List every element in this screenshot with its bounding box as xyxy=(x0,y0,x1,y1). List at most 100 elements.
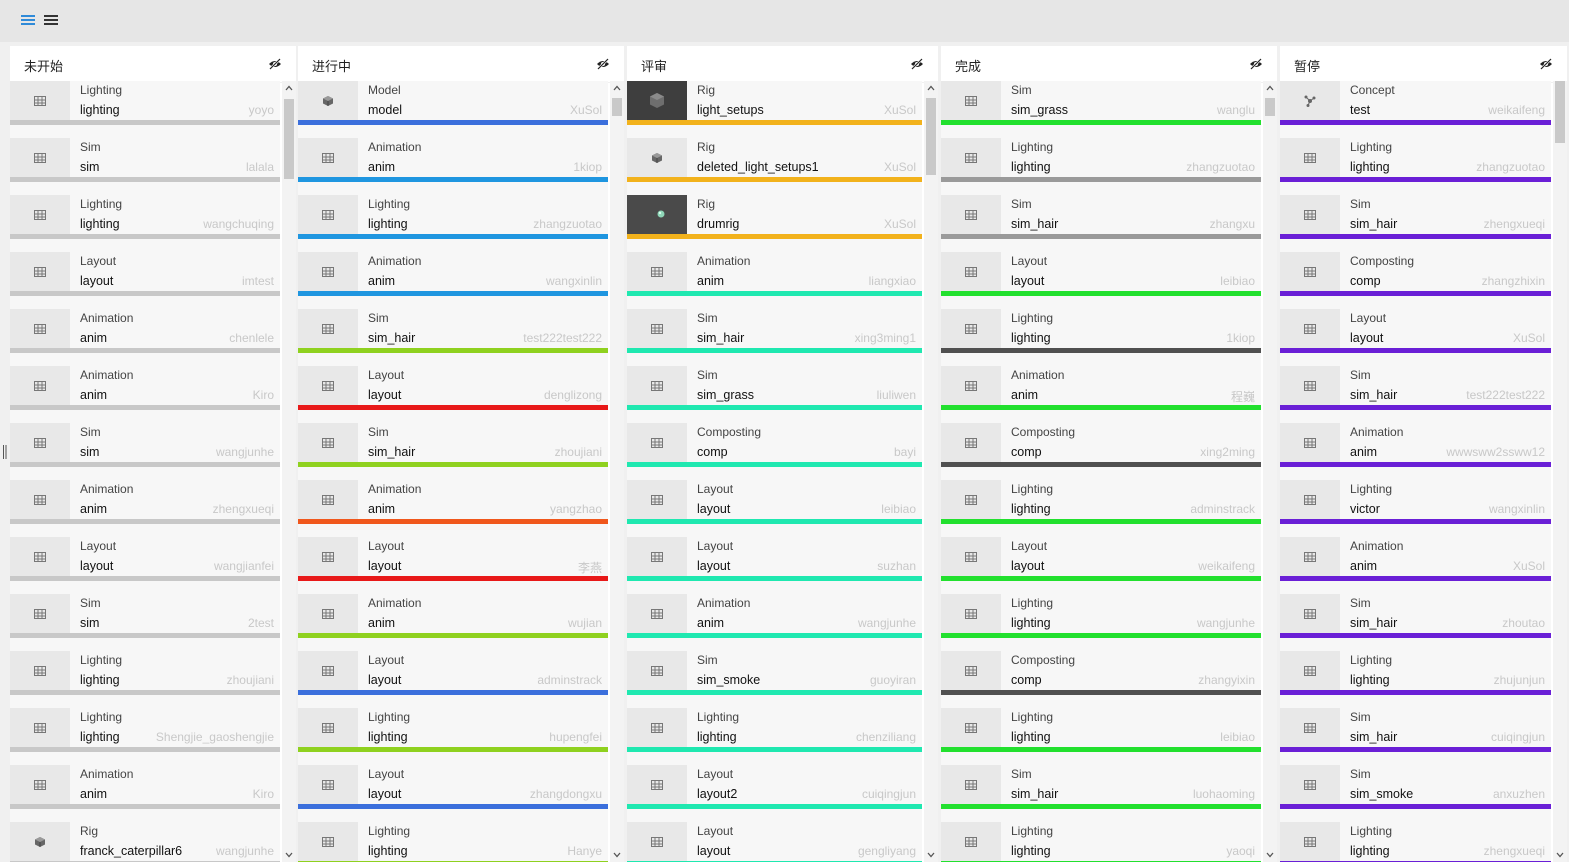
task-card[interactable]: Layout layout XuSol xyxy=(1280,309,1551,366)
task-card[interactable]: Layout layout suzhan xyxy=(627,537,922,594)
eye-slash-icon[interactable] xyxy=(1249,57,1263,71)
scrollbar-thumb[interactable] xyxy=(612,98,622,116)
task-card[interactable]: Sim sim 2test xyxy=(10,594,280,651)
task-card[interactable]: Lighting lighting zhujunjun xyxy=(1280,651,1551,708)
task-card[interactable]: Animation anim 1kiop xyxy=(298,138,608,195)
eye-slash-icon[interactable] xyxy=(268,57,282,71)
task-card[interactable]: Animation anim Kiro xyxy=(10,366,280,423)
task-card[interactable]: Composting comp zhangyixin xyxy=(941,651,1261,708)
task-card[interactable]: Lighting lighting hupengfei xyxy=(298,708,608,765)
task-info: Lighting lighting zhujunjun xyxy=(1350,651,1545,691)
task-card[interactable]: Sim sim_grass liuliwen xyxy=(627,366,922,423)
task-card[interactable]: Animation anim wujian xyxy=(298,594,608,651)
task-card[interactable]: Layout layout leibiao xyxy=(627,480,922,537)
eye-slash-icon[interactable] xyxy=(910,57,924,71)
task-card[interactable]: Sim sim_hair zhoujiani xyxy=(298,423,608,480)
task-card[interactable]: Layout layout imtest xyxy=(10,252,280,309)
task-card[interactable]: Animation anim 程巍 xyxy=(941,366,1261,423)
task-card[interactable]: Sim sim_smoke guoyiran xyxy=(627,651,922,708)
task-card[interactable]: Lighting lighting yaoqi xyxy=(941,822,1261,862)
scrollbar[interactable] xyxy=(924,81,938,862)
task-card[interactable]: Rig light_setups XuSol xyxy=(627,81,922,138)
task-card[interactable]: Layout layout gengliyang xyxy=(627,822,922,862)
task-card[interactable]: Lighting lighting zhangzuotao xyxy=(298,195,608,252)
scroll-down-icon[interactable] xyxy=(1553,848,1567,862)
scroll-down-icon[interactable] xyxy=(1263,848,1277,862)
task-card[interactable]: Composting comp bayi xyxy=(627,423,922,480)
eye-slash-icon[interactable] xyxy=(596,57,610,71)
task-card[interactable]: Animation anim wangjunhe xyxy=(627,594,922,651)
scrollbar[interactable] xyxy=(610,81,624,862)
task-card[interactable]: Lighting lighting leibiao xyxy=(941,708,1261,765)
task-card[interactable]: Sim sim_hair xing3ming1 xyxy=(627,309,922,366)
scrollbar[interactable] xyxy=(282,81,296,862)
menu-icon[interactable] xyxy=(44,13,58,27)
scrollbar[interactable] xyxy=(1553,81,1567,862)
task-card[interactable]: Animation anim Kiro xyxy=(10,765,280,822)
task-card[interactable]: Sim sim wangjunhe xyxy=(10,423,280,480)
task-card[interactable]: Animation anim XuSol xyxy=(1280,537,1551,594)
panel-resize-handle[interactable] xyxy=(3,445,7,459)
task-card[interactable]: Lighting lighting zhengxueqi xyxy=(1280,822,1551,862)
task-card[interactable]: Lighting lighting yoyo xyxy=(10,81,280,138)
task-card[interactable]: Layout layout zhangdongxu xyxy=(298,765,608,822)
task-card[interactable]: Lighting lighting zhangzuotao xyxy=(1280,138,1551,195)
task-card[interactable]: Lighting lighting Hanye xyxy=(298,822,608,862)
task-card[interactable]: Sim sim_hair zhengxueqi xyxy=(1280,195,1551,252)
task-card[interactable]: Model model XuSol xyxy=(298,81,608,138)
task-card[interactable]: Layout layout denglizong xyxy=(298,366,608,423)
task-card[interactable]: Layout layout wangjianfei xyxy=(10,537,280,594)
scroll-down-icon[interactable] xyxy=(610,848,624,862)
task-card[interactable]: Lighting lighting adminstrack xyxy=(941,480,1261,537)
scroll-down-icon[interactable] xyxy=(924,848,938,862)
status-bar xyxy=(10,291,280,296)
task-card[interactable]: Layout layout2 cuiqingjun xyxy=(627,765,922,822)
task-card[interactable]: Composting comp zhangzhixin xyxy=(1280,252,1551,309)
task-card[interactable]: Lighting lighting 1kiop xyxy=(941,309,1261,366)
task-card[interactable]: Sim sim_hair test222test222 xyxy=(1280,366,1551,423)
task-card[interactable]: Animation anim chenlele xyxy=(10,309,280,366)
task-card[interactable]: Animation anim zhengxueqi xyxy=(10,480,280,537)
task-card[interactable]: Layout layout weikaifeng xyxy=(941,537,1261,594)
task-card[interactable]: Lighting lighting wangjunhe xyxy=(941,594,1261,651)
scroll-up-icon[interactable] xyxy=(1263,81,1277,95)
task-card[interactable]: Rig franck_caterpillar6 wangjunhe xyxy=(10,822,280,862)
task-card[interactable]: Layout layout adminstrack xyxy=(298,651,608,708)
scroll-up-icon[interactable] xyxy=(610,81,624,95)
task-card[interactable]: Layout layout leibiao xyxy=(941,252,1261,309)
eye-slash-icon[interactable] xyxy=(1539,57,1553,71)
task-card[interactable]: Animation anim liangxiao xyxy=(627,252,922,309)
task-card[interactable]: Lighting lighting zhoujiani xyxy=(10,651,280,708)
scroll-up-icon[interactable] xyxy=(924,81,938,95)
task-card[interactable]: Lighting lighting chenziliang xyxy=(627,708,922,765)
task-card[interactable]: Concept test weikaifeng xyxy=(1280,81,1551,138)
scroll-down-icon[interactable] xyxy=(282,848,296,862)
task-card[interactable]: Rig deleted_light_setups1 XuSol xyxy=(627,138,922,195)
task-card[interactable]: Animation anim yangzhao xyxy=(298,480,608,537)
task-card[interactable]: Sim sim_smoke anxuzhen xyxy=(1280,765,1551,822)
task-card[interactable]: Layout layout 李燕 xyxy=(298,537,608,594)
task-card[interactable]: Sim sim lalala xyxy=(10,138,280,195)
assignee: zhangxu xyxy=(1209,217,1255,231)
task-card[interactable]: Lighting lighting wangchuqing xyxy=(10,195,280,252)
task-card[interactable]: Sim sim_hair zhoutao xyxy=(1280,594,1551,651)
list-view-icon[interactable] xyxy=(21,13,35,27)
task-card[interactable]: Sim sim_hair zhangxu xyxy=(941,195,1261,252)
scrollbar[interactable] xyxy=(1263,81,1277,862)
scrollbar-thumb[interactable] xyxy=(1265,98,1275,116)
scroll-up-icon[interactable] xyxy=(282,81,296,95)
scrollbar-thumb[interactable] xyxy=(1555,81,1565,143)
task-card[interactable]: Animation anim wangxinlin xyxy=(298,252,608,309)
task-card[interactable]: Lighting victor wangxinlin xyxy=(1280,480,1551,537)
task-card[interactable]: Sim sim_hair cuiqingjun xyxy=(1280,708,1551,765)
task-card[interactable]: Sim sim_hair luohaoming xyxy=(941,765,1261,822)
task-card[interactable]: Sim sim_hair test222test222 xyxy=(298,309,608,366)
task-card[interactable]: Lighting lighting Shengjie_gaoshengjie xyxy=(10,708,280,765)
scrollbar-thumb[interactable] xyxy=(284,99,294,179)
task-card[interactable]: Sim sim_grass wanglu xyxy=(941,81,1261,138)
task-card[interactable]: Lighting lighting zhangzuotao xyxy=(941,138,1261,195)
task-card[interactable]: Animation anim wwwsww2ssww12 xyxy=(1280,423,1551,480)
task-card[interactable]: Rig drumrig XuSol xyxy=(627,195,922,252)
scrollbar-thumb[interactable] xyxy=(926,98,936,175)
task-card[interactable]: Composting comp xing2ming xyxy=(941,423,1261,480)
